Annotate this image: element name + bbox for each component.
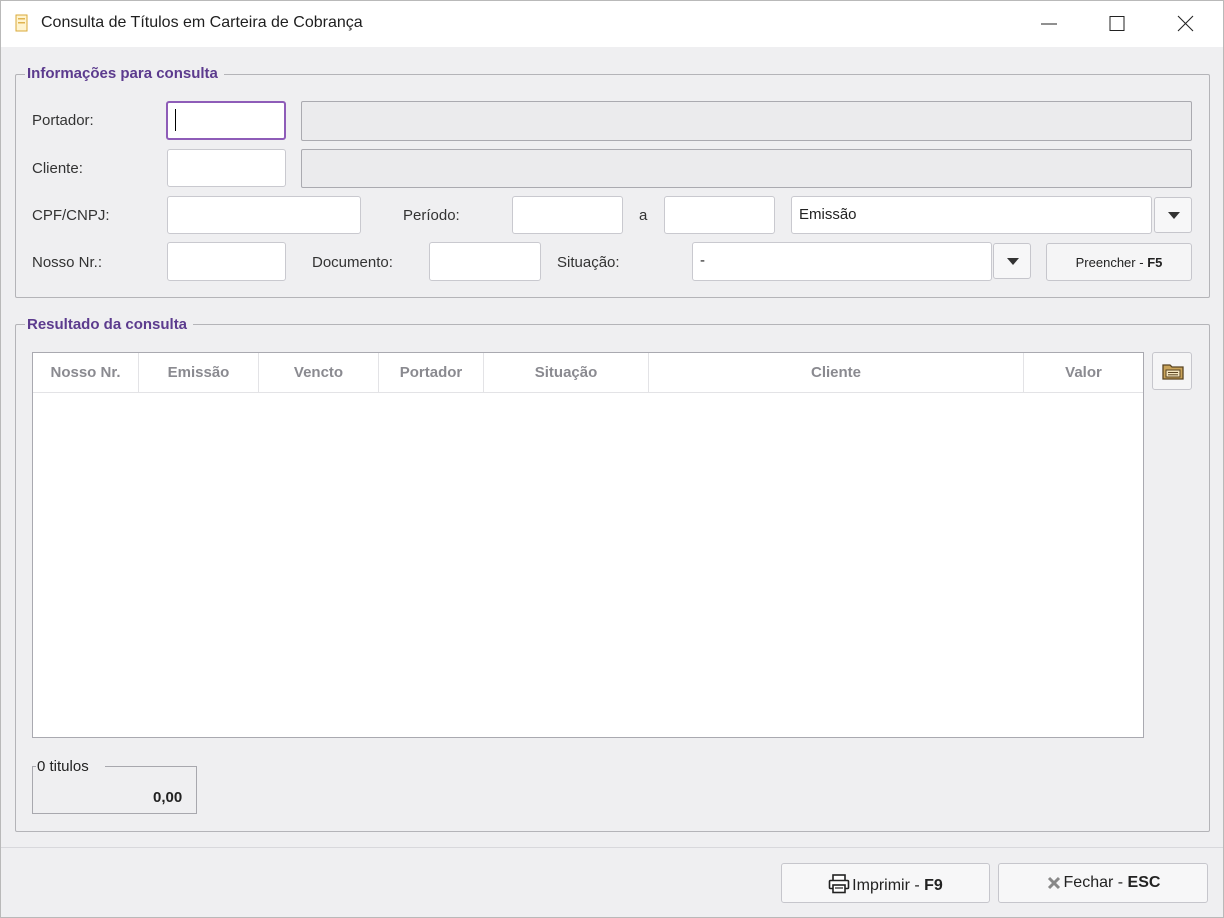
maximize-icon [1109, 16, 1125, 31]
print-button[interactable]: Imprimir - F9 [781, 863, 990, 903]
cliente-name-field [301, 149, 1192, 188]
printer-icon [828, 874, 850, 894]
portador-code-input[interactable] [166, 101, 286, 140]
total-value: 0,00 [153, 789, 183, 806]
preencher-button-label: Preencher - [1075, 255, 1148, 270]
print-shortcut: F9 [924, 877, 943, 894]
title-bar: Consulta de Títulos em Carteira de Cobra… [1, 1, 1223, 47]
dialog-window: Consulta de Títulos em Carteira de Cobra… [0, 0, 1224, 918]
periodo-type-select[interactable]: Emissão [791, 196, 1152, 234]
cliente-code-input[interactable] [167, 149, 286, 187]
text-caret [175, 109, 176, 131]
close-icon [1047, 876, 1060, 890]
folder-icon [1162, 364, 1184, 380]
titles-count: 0 titulos [36, 758, 90, 775]
table-header: Nosso Nr. Emissão Vencto Portador Situaç… [33, 353, 1143, 393]
column-header-portador[interactable]: Portador [379, 353, 484, 392]
cliente-label: Cliente: [32, 160, 83, 177]
totals-border-right [105, 766, 197, 767]
chevron-down-icon [1007, 258, 1019, 265]
situacao-select[interactable]: - [692, 242, 992, 281]
maximize-button[interactable] [1083, 1, 1151, 47]
close-button-label: Fechar - [1063, 874, 1128, 891]
documento-input[interactable] [429, 242, 541, 281]
cpf-label: CPF/CNPJ: [32, 207, 110, 224]
chevron-down-icon [1168, 212, 1180, 219]
export-button[interactable] [1152, 352, 1192, 390]
preencher-shortcut: F5 [1147, 255, 1163, 270]
column-header-emissao[interactable]: Emissão [139, 353, 259, 392]
close-button[interactable]: Fechar - ESC [998, 863, 1208, 903]
periodo-from-input[interactable] [512, 196, 623, 234]
document-icon [15, 14, 28, 32]
column-header-valor[interactable]: Valor [1024, 353, 1143, 392]
periodo-label: Período: [403, 207, 460, 224]
footer-separator [1, 847, 1223, 848]
documento-label: Documento: [312, 254, 393, 271]
window-title: Consulta de Títulos em Carteira de Cobra… [41, 14, 363, 31]
nosso-nr-label: Nosso Nr.: [32, 254, 103, 271]
portador-name-field [301, 101, 1192, 141]
close-shortcut: ESC [1127, 874, 1161, 891]
column-header-vencto[interactable]: Vencto [259, 353, 379, 392]
column-header-cliente[interactable]: Cliente [649, 353, 1024, 392]
print-button-label: Imprimir - [852, 877, 925, 894]
results-table[interactable]: Nosso Nr. Emissão Vencto Portador Situaç… [32, 352, 1144, 738]
cpf-input[interactable] [167, 196, 361, 234]
minimize-button[interactable] [1015, 1, 1083, 47]
close-window-button[interactable] [1151, 1, 1219, 47]
situacao-value: - [700, 252, 705, 269]
periodo-type-dropdown-button[interactable] [1154, 197, 1192, 233]
periodo-type-value: Emissão [799, 206, 857, 223]
column-header-nosso-nr[interactable]: Nosso Nr. [33, 353, 139, 392]
minimize-icon [1041, 23, 1057, 25]
situacao-label: Situação: [557, 254, 620, 271]
periodo-to-input[interactable] [664, 196, 775, 234]
periodo-separator: a [639, 207, 648, 224]
results-group-legend: Resultado da consulta [25, 316, 194, 333]
portador-label: Portador: [32, 112, 94, 129]
search-group-legend: Informações para consulta [25, 65, 224, 82]
situacao-dropdown-button[interactable] [993, 243, 1031, 279]
column-header-situacao[interactable]: Situação [484, 353, 649, 392]
close-icon [1177, 15, 1194, 32]
nosso-nr-input[interactable] [167, 242, 286, 281]
preencher-button[interactable]: Preencher - F5 [1046, 243, 1192, 281]
